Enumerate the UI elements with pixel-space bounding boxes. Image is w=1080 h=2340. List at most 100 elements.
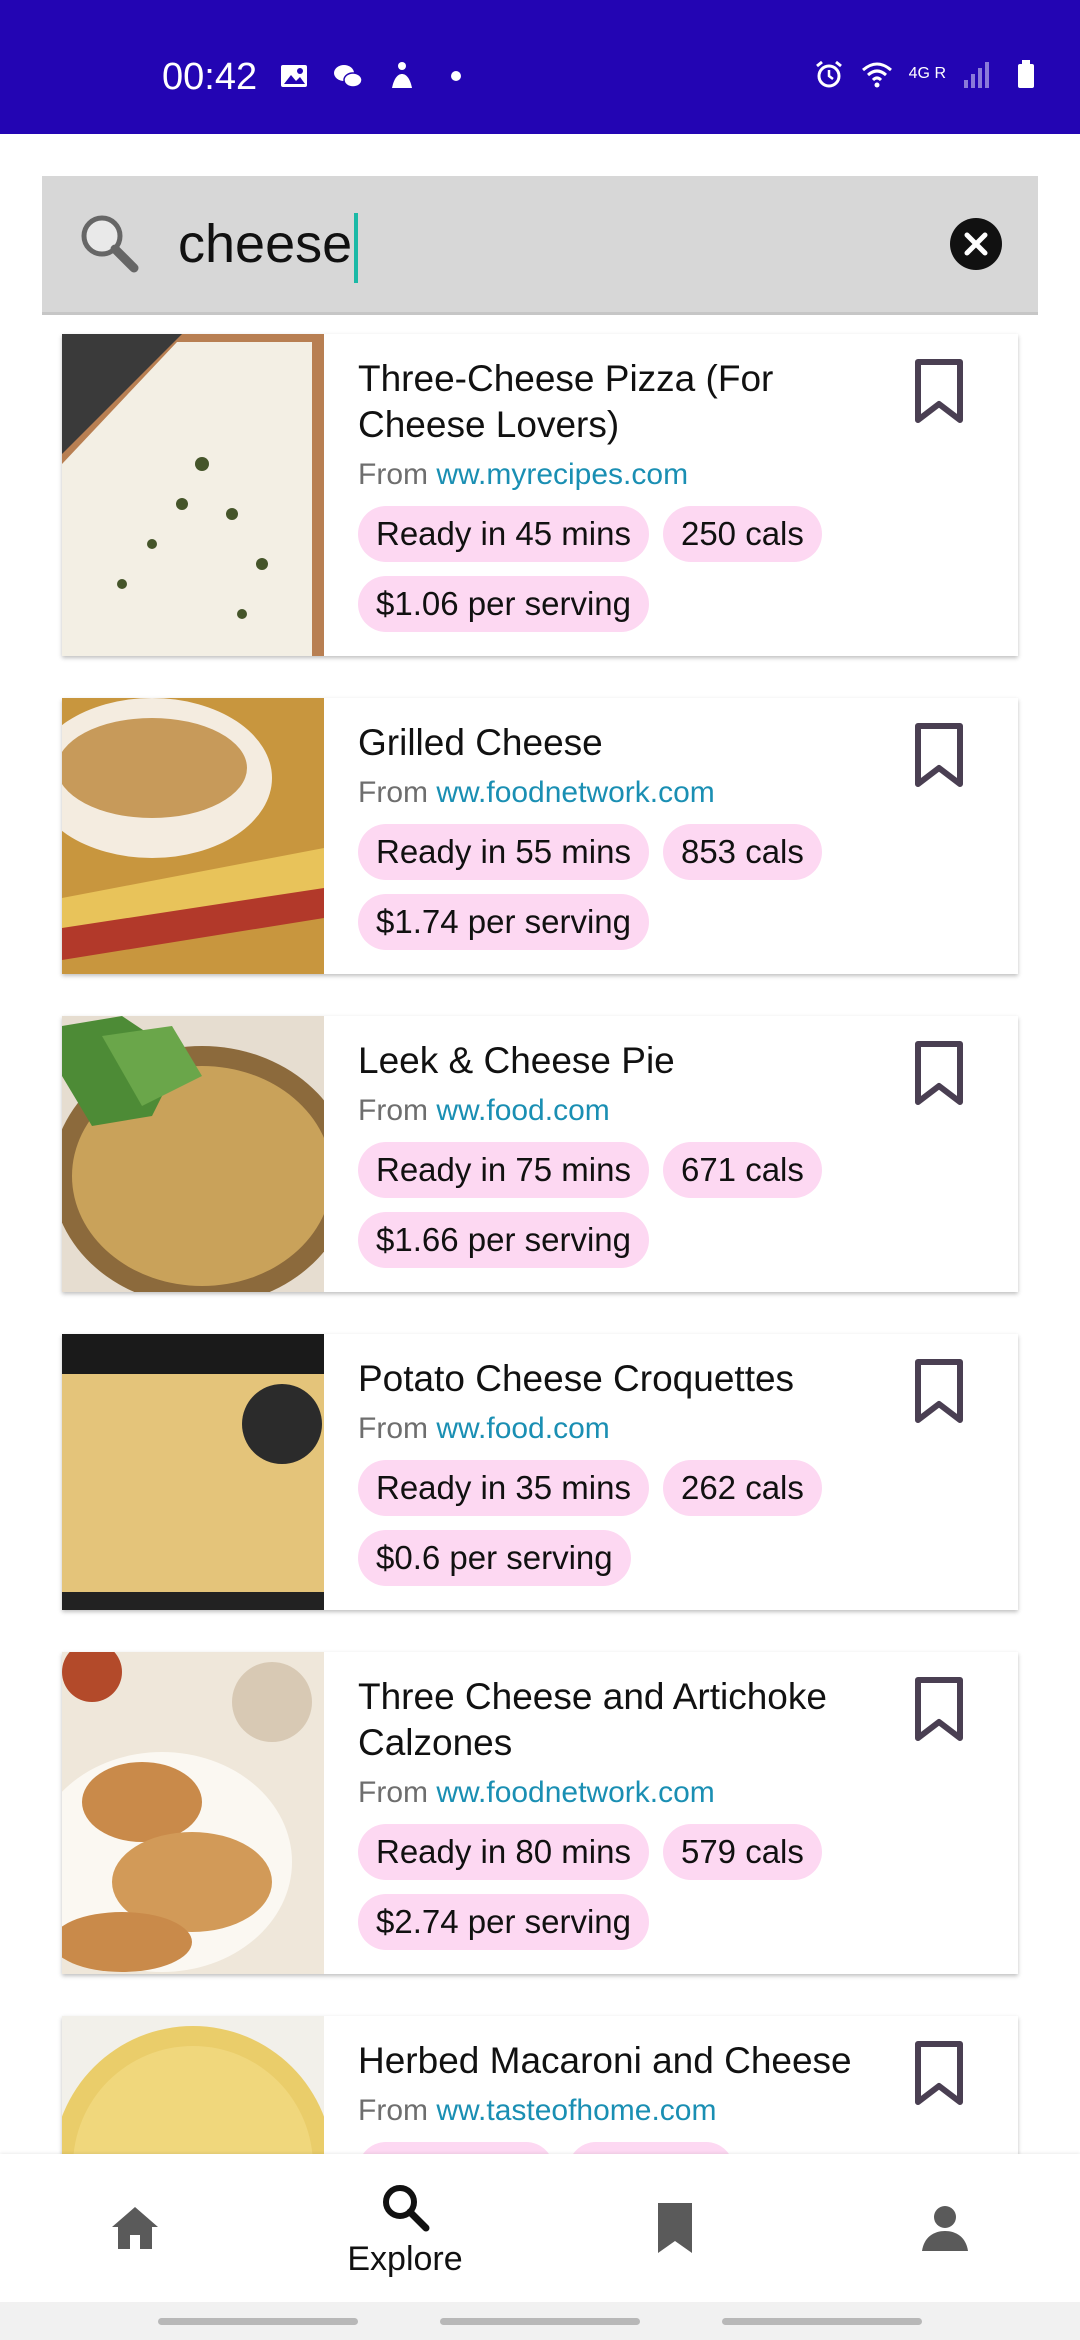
- ready-time-chip: Ready in 80 mins: [358, 1824, 649, 1880]
- wechat-icon: [334, 65, 363, 88]
- recipe-title[interactable]: Herbed Macaroni and Cheese: [358, 2038, 918, 2084]
- bookmark-button[interactable]: [912, 1676, 966, 1744]
- ready-time-chip: Ready in 55 mins: [358, 824, 649, 880]
- recipe-image: [62, 1016, 324, 1292]
- signal-icon: [964, 62, 989, 88]
- dot-icon: [451, 71, 461, 81]
- source-prefix: From: [358, 458, 428, 491]
- source-link[interactable]: ww.myrecipes.com: [436, 458, 688, 491]
- search-icon: [81, 215, 139, 273]
- bookmark-icon: [658, 2203, 692, 2253]
- price-chip: $0.6 per serving: [358, 1530, 631, 1586]
- ready-time-chip: [358, 2142, 554, 2154]
- croquettes-image: [62, 1334, 324, 1610]
- price-chip: $1.66 per serving: [358, 1212, 649, 1268]
- alarm-icon: [815, 60, 842, 88]
- calories-chip: 671 cals: [662, 1142, 822, 1198]
- bookmark-button[interactable]: [912, 1040, 966, 1108]
- nav-profile[interactable]: [810, 2154, 1080, 2302]
- recipe-card[interactable]: Three-Cheese Pizza (For Cheese Lovers) F…: [62, 334, 1018, 656]
- source-prefix: From: [358, 1412, 428, 1445]
- leek-pie-image: [62, 1016, 324, 1292]
- clear-search-button[interactable]: [950, 218, 1002, 270]
- source-link[interactable]: ww.food.com: [436, 1094, 609, 1127]
- calories-chip: [568, 2142, 734, 2154]
- search-bar: cheese: [42, 176, 1038, 315]
- pizza-image: [62, 334, 324, 656]
- recipe-title[interactable]: Leek & Cheese Pie: [358, 1038, 878, 1084]
- source-link[interactable]: ww.foodnetwork.com: [436, 776, 714, 809]
- recipe-card[interactable]: Three Cheese and Artichoke Calzones From…: [62, 1652, 1018, 1974]
- ready-time-chip: Ready in 45 mins: [358, 506, 649, 562]
- network-label: 4G R: [908, 65, 946, 82]
- price-chip: $2.74 per serving: [358, 1894, 649, 1950]
- recipe-card[interactable]: Leek & Cheese Pie From ww.food.com Ready…: [62, 1016, 1018, 1292]
- gesture-handle: [158, 2318, 358, 2325]
- nav-explore[interactable]: Explore: [270, 2154, 540, 2302]
- search-icon: [383, 2184, 430, 2231]
- gesture-handle: [722, 2318, 922, 2325]
- calories-chip: 579 cals: [662, 1824, 822, 1880]
- macaroni-image: [62, 2016, 324, 2154]
- recipe-title[interactable]: Three-Cheese Pizza (For Cheese Lovers): [358, 356, 878, 448]
- nav-explore-label: Explore: [347, 2239, 463, 2278]
- close-icon: [964, 232, 988, 256]
- source-prefix: From: [358, 776, 428, 809]
- recipe-card[interactable]: Grilled Cheese From ww.foodnetwork.com R…: [62, 698, 1018, 974]
- recipe-image: [62, 2016, 324, 2154]
- source-link[interactable]: ww.tasteofhome.com: [436, 2094, 716, 2127]
- calories-chip: 262 cals: [662, 1460, 822, 1516]
- recipe-source: From ww.food.com: [358, 1092, 994, 1130]
- bookmark-outline-icon: [915, 723, 963, 787]
- person-icon: [922, 2206, 968, 2251]
- status-time: 00:42: [162, 56, 258, 98]
- content-area: cheese Three-Cheese Pizza (For Cheese Lo…: [0, 134, 1080, 2154]
- bottom-navigation: Explore: [0, 2154, 1080, 2302]
- battery-icon: [1018, 60, 1034, 88]
- recipe-card[interactable]: Potato Cheese Croquettes From ww.food.co…: [62, 1334, 1018, 1610]
- bookmark-outline-icon: [915, 1041, 963, 1105]
- recipe-source: From ww.foodnetwork.com: [358, 1774, 994, 1812]
- grilled-cheese-image: [62, 698, 324, 974]
- price-chip: $1.06 per serving: [358, 576, 649, 632]
- recipe-source: From ww.myrecipes.com: [358, 456, 994, 494]
- recipe-image: [62, 1334, 324, 1610]
- source-prefix: From: [358, 2094, 428, 2127]
- accessibility-icon: [392, 62, 412, 88]
- recipe-result-list: Three-Cheese Pizza (For Cheese Lovers) F…: [62, 334, 1018, 2154]
- recipe-source: From ww.food.com: [358, 1410, 994, 1448]
- ready-time-chip: Ready in 35 mins: [358, 1460, 649, 1516]
- recipe-title[interactable]: Three Cheese and Artichoke Calzones: [358, 1674, 878, 1766]
- recipe-title[interactable]: Potato Cheese Croquettes: [358, 1356, 878, 1402]
- source-link[interactable]: ww.food.com: [436, 1412, 609, 1445]
- bookmark-outline-icon: [915, 1677, 963, 1741]
- bookmark-button[interactable]: [912, 722, 966, 790]
- source-prefix: From: [358, 1094, 428, 1127]
- bookmark-button[interactable]: [912, 2040, 966, 2108]
- bookmark-outline-icon: [915, 1359, 963, 1423]
- bookmark-button[interactable]: [912, 358, 966, 426]
- price-chip: $1.74 per serving: [358, 894, 649, 950]
- calories-chip: 250 cals: [662, 506, 822, 562]
- bookmark-outline-icon: [915, 359, 963, 423]
- nav-saved[interactable]: [540, 2154, 810, 2302]
- recipe-image: [62, 1652, 324, 1974]
- status-bar: 00:42 4G R: [0, 0, 1080, 134]
- gallery-icon: [281, 65, 307, 87]
- calzones-image: [62, 1652, 324, 1974]
- calories-chip: 853 cals: [662, 824, 822, 880]
- search-input[interactable]: cheese: [178, 196, 958, 292]
- source-prefix: From: [358, 1776, 428, 1809]
- gesture-handle: [440, 2318, 640, 2325]
- recipe-card[interactable]: Herbed Macaroni and Cheese From ww.taste…: [62, 2016, 1018, 2154]
- search-input-text: cheese: [178, 214, 353, 274]
- source-link[interactable]: ww.foodnetwork.com: [436, 1776, 714, 1809]
- gesture-bar-area: [0, 2302, 1080, 2340]
- bookmark-button[interactable]: [912, 1358, 966, 1426]
- nav-home[interactable]: [0, 2154, 270, 2302]
- wifi-icon: [861, 62, 892, 88]
- recipe-image: [62, 698, 324, 974]
- recipe-source: From ww.tasteofhome.com: [358, 2092, 994, 2130]
- recipe-source: From ww.foodnetwork.com: [358, 774, 994, 812]
- recipe-title[interactable]: Grilled Cheese: [358, 720, 878, 766]
